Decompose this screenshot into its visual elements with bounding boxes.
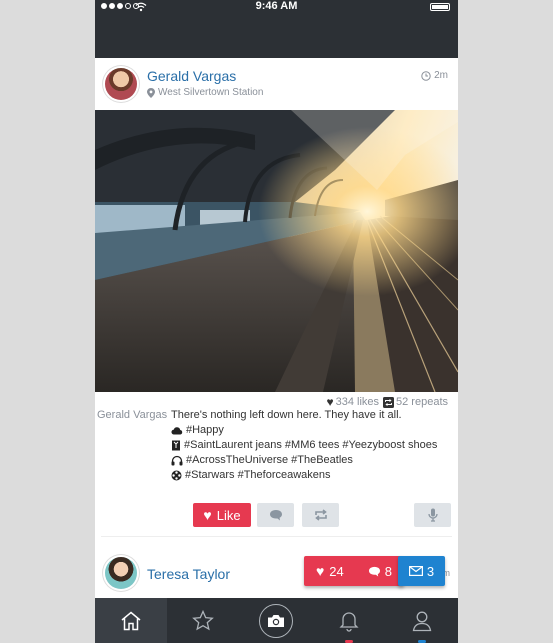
post-location[interactable]: West Silvertown Station xyxy=(147,87,263,98)
post-author-name[interactable]: Gerald Vargas xyxy=(147,68,236,84)
post-photo[interactable] xyxy=(95,110,458,392)
top-navigation-bar xyxy=(95,14,458,58)
comments-notification-count: 8 xyxy=(384,563,392,579)
post-author-name[interactable]: Teresa Taylor xyxy=(147,566,230,582)
camera-icon xyxy=(268,614,284,627)
profile-icon xyxy=(412,611,432,631)
caption-text: There's nothing left down here. They hav… xyxy=(171,409,402,421)
avatar[interactable] xyxy=(105,557,137,589)
tag-line: #Happy xyxy=(171,424,224,436)
tab-notifications[interactable] xyxy=(313,598,385,643)
microphone-icon xyxy=(427,508,438,522)
envelope-icon xyxy=(408,566,423,576)
heart-icon: ♥ xyxy=(326,395,334,409)
tab-home[interactable] xyxy=(95,598,167,643)
tab-favorites[interactable] xyxy=(167,598,239,643)
post-header: Gerald Vargas West Silvertown Station 2m xyxy=(95,58,458,111)
tab-profile[interactable] xyxy=(386,598,458,643)
clothing-tag-icon xyxy=(172,440,180,450)
heart-icon: ♥ xyxy=(203,507,212,523)
caption-author[interactable]: Gerald Vargas xyxy=(97,409,167,421)
location-pin-icon xyxy=(147,87,155,98)
timestamp-label: 2m xyxy=(434,70,448,81)
battery-icon xyxy=(430,3,450,11)
messages-badge[interactable]: 3 xyxy=(398,556,445,586)
messages-notification-count: 3 xyxy=(426,563,435,579)
likes-count[interactable]: 334 likes xyxy=(336,396,379,408)
post-timestamp: 2m xyxy=(421,70,448,81)
headphones-icon xyxy=(171,455,183,465)
tab-camera[interactable] xyxy=(240,598,312,643)
home-icon xyxy=(121,611,141,630)
tag-text[interactable]: #Starwars #Theforceawakens xyxy=(185,469,331,481)
like-button-label: Like xyxy=(216,507,241,523)
comment-button[interactable] xyxy=(257,503,294,527)
bottom-tab-bar xyxy=(95,598,458,643)
location-label: West Silvertown Station xyxy=(158,87,264,98)
tag-text[interactable]: #Happy xyxy=(186,424,224,436)
tag-line: #AcrossTheUniverse #TheBeatles xyxy=(171,454,353,466)
comment-icon xyxy=(269,510,282,521)
voice-button[interactable] xyxy=(414,503,451,527)
divider xyxy=(101,536,452,537)
avatar[interactable] xyxy=(105,68,137,100)
phone-screen: 9:46 AM Gerald Vargas West Silvertown St… xyxy=(95,0,458,643)
activity-badge[interactable]: ♥ 24 8 xyxy=(304,556,404,586)
tag-text[interactable]: #AcrossTheUniverse #TheBeatles xyxy=(186,454,353,466)
train-station-photo xyxy=(95,110,458,392)
post-stats: ♥ 334 likes 52 repeats xyxy=(326,395,448,409)
cloud-icon xyxy=(171,426,183,435)
bell-icon xyxy=(339,611,359,632)
repeat-icon xyxy=(314,509,327,521)
heart-icon: ♥ xyxy=(315,563,325,579)
comment-icon xyxy=(368,566,380,577)
camera-button[interactable] xyxy=(259,603,293,638)
repeat-icon xyxy=(383,396,395,408)
repeat-button[interactable] xyxy=(302,503,339,527)
repeats-count[interactable]: 52 repeats xyxy=(396,396,448,408)
tag-line: #SaintLaurent jeans #MM6 tees #Yeezyboos… xyxy=(171,439,437,451)
star-icon xyxy=(192,610,214,631)
tag-text[interactable]: #SaintLaurent jeans #MM6 tees #Yeezyboos… xyxy=(184,439,437,451)
status-time: 9:46 AM xyxy=(255,0,298,12)
like-button[interactable]: ♥ Like xyxy=(193,503,251,527)
tag-line: #Starwars #Theforceawakens xyxy=(171,469,331,481)
status-bar: 9:46 AM xyxy=(95,0,458,14)
film-reel-icon xyxy=(171,470,182,480)
likes-notification-count: 24 xyxy=(329,563,344,579)
clock-icon xyxy=(421,70,431,81)
